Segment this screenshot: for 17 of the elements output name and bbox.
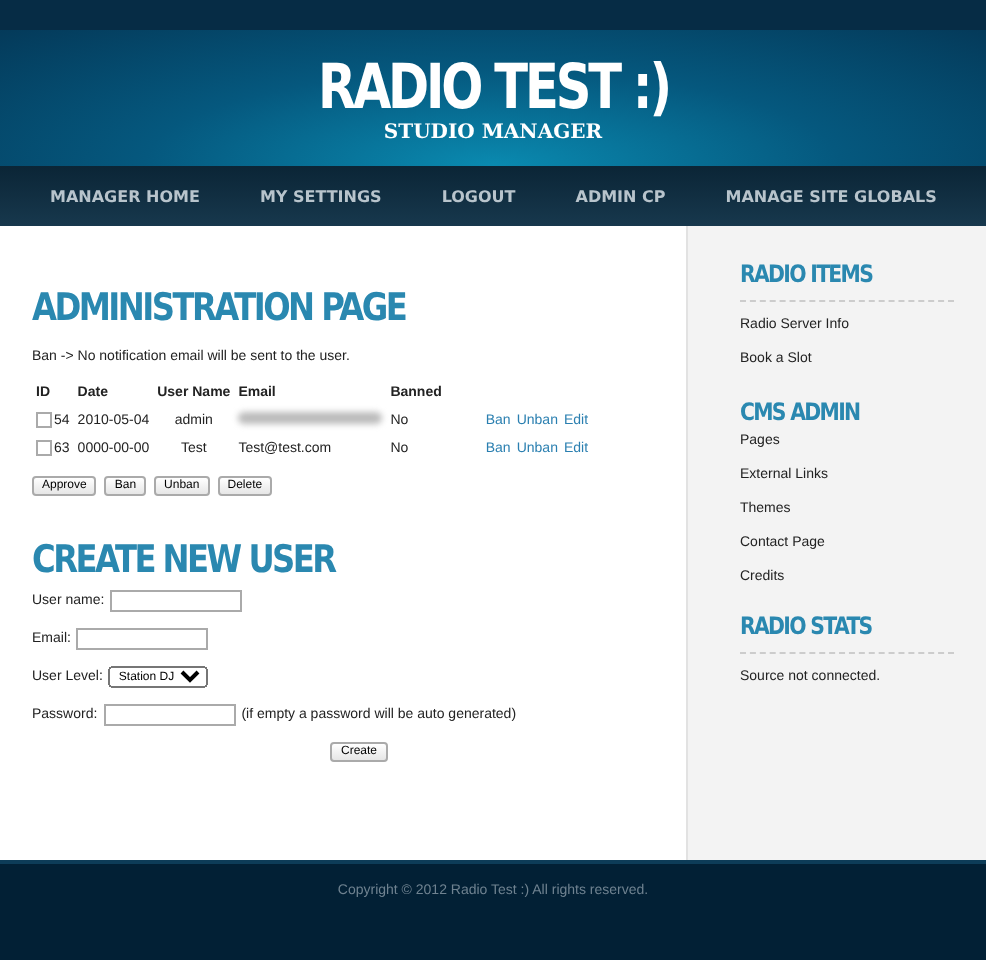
nav-link[interactable]: LOGOUT [441, 187, 516, 205]
sidebar-heading: CMS ADMIN [740, 398, 862, 426]
username-field[interactable] [110, 590, 243, 612]
page-heading: ADMINISTRATION PAGE [32, 286, 406, 330]
sidebar-heading: RADIO STATS [740, 612, 874, 640]
email-field[interactable] [76, 628, 209, 650]
site-subtitle: STUDIO MANAGER [383, 121, 603, 143]
row-checkbox[interactable] [36, 440, 52, 456]
site-title: RADIO TEST :) [317, 53, 669, 121]
nav-link[interactable]: MANAGER HOME [50, 187, 200, 205]
nav-link[interactable]: ADMIN CP [575, 187, 666, 205]
section-heading: CREATE NEW USER [32, 538, 335, 582]
password-field[interactable] [103, 704, 236, 726]
sidebar-heading: RADIO ITEMS [740, 260, 875, 288]
row-checkbox[interactable] [36, 412, 52, 428]
nav-link[interactable]: MANAGE SITE GLOBALS [725, 187, 937, 205]
nav-link[interactable]: MY SETTINGS [259, 187, 382, 205]
